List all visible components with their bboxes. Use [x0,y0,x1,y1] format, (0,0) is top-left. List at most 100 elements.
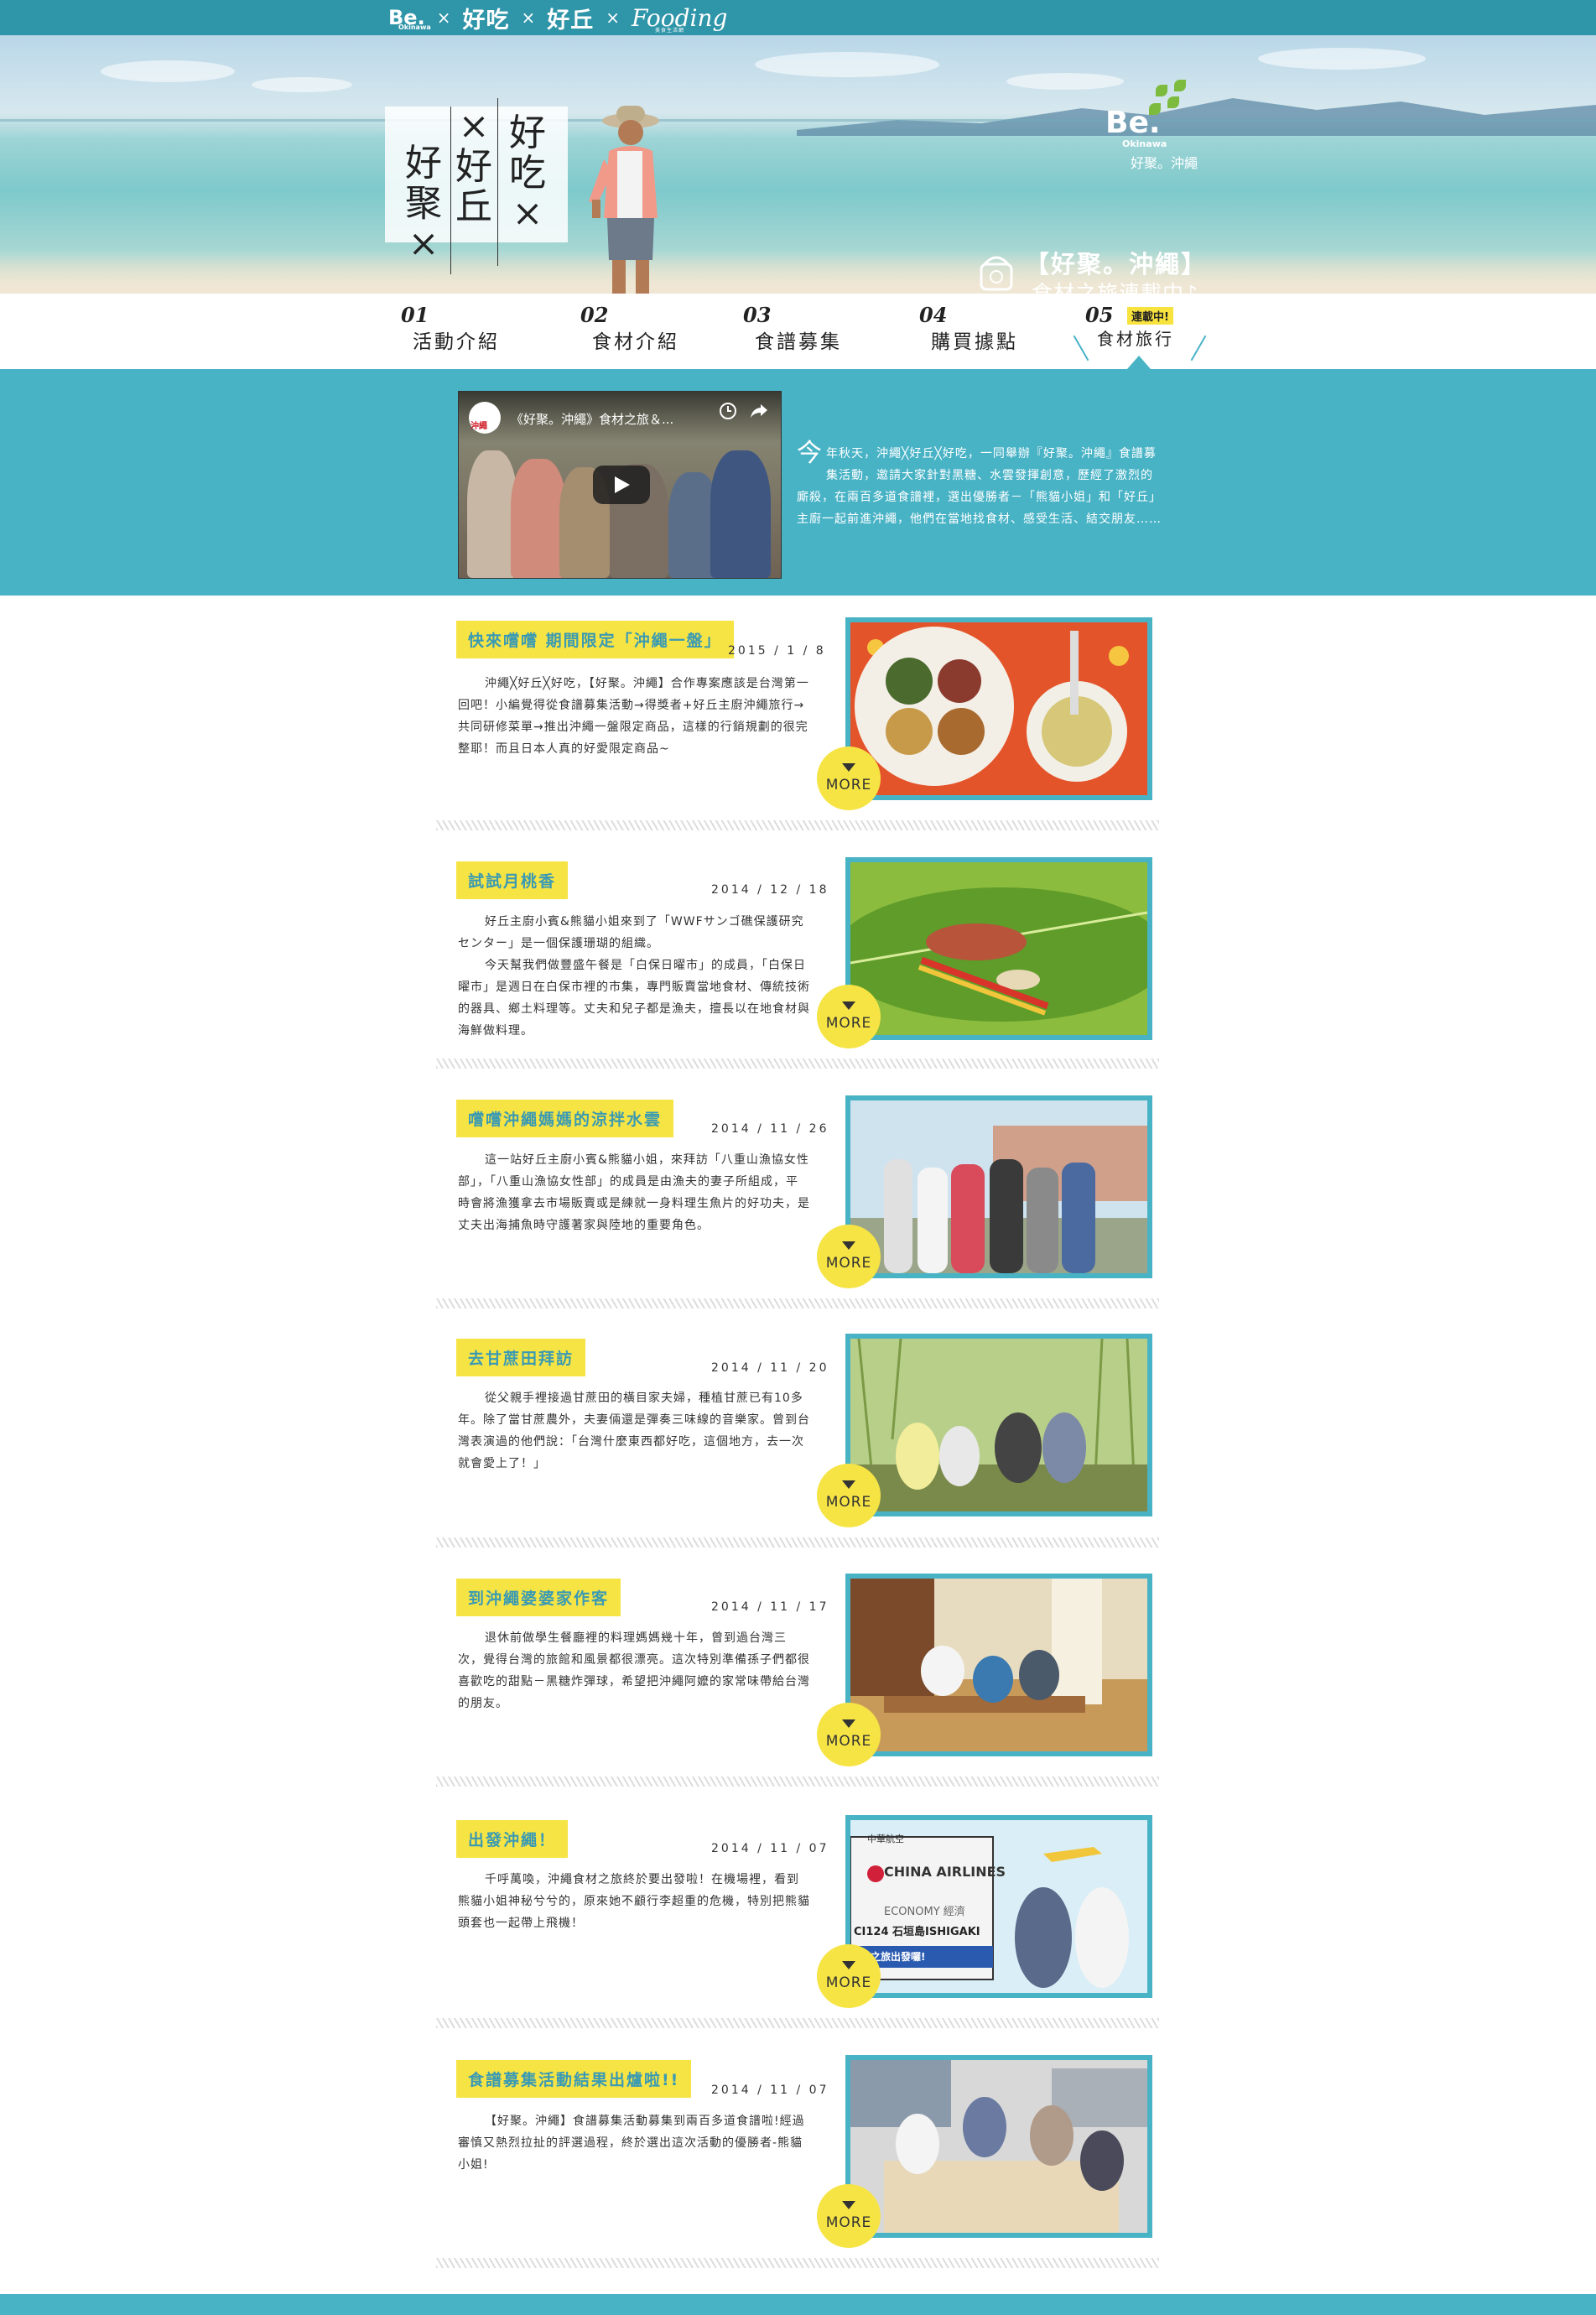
nav-num: 04 [919,303,948,327]
promo-line-1: 【好聚。沖繩】 [1025,250,1208,278]
chevron-down-icon [842,763,855,772]
haoqiu-logo[interactable]: 好丘 [547,2,594,34]
nav-item-activity[interactable]: 01 活動介紹 [401,305,500,354]
footer-bar [0,2294,1596,2315]
article-body: 【好聚。沖繩】食譜募集活動募集到兩百多道食譜啦!經過審慎又熱烈拉扯的評選過程，終… [458,2115,805,2172]
nav-item-recipes[interactable]: 03 食譜募集 [743,305,842,354]
partner-logos: Be. Okinawa × 好吃 × 好丘 × Fooding 美食生活網 [388,2,727,34]
sep-3: × [606,8,620,28]
nav-num: 01 [401,303,429,327]
divider [436,820,1159,830]
nav-label: 活動介紹 [413,331,500,353]
article-body: 沖繩╳好丘╳好吃，【好聚。沖繩】合作專案應該是台灣第一回吧！小編覺得從食譜募集活… [458,677,809,756]
more-button[interactable]: MORE [817,2184,881,2248]
more-button[interactable]: MORE [817,1225,881,1288]
serializing-badge: 連載中! [1127,307,1173,325]
article-tag[interactable]: 去甘蔗田拜訪 [456,1339,586,1376]
article-photo-recipe-judging[interactable] [845,2055,1152,2238]
be-okinawa-logo[interactable]: Be. Okinawa [388,8,431,31]
clock-icon[interactable] [719,402,737,420]
article-body: 千呼萬喚，沖繩食材之旅終於要出發啦！在機場裡，看到熊貓小姐神秘兮兮的，原來她不顧… [458,1873,810,1930]
nav-active-indicator [1127,356,1151,369]
more-button[interactable]: MORE [817,747,881,810]
airline-cn-label: 中華航空 [867,1834,904,1844]
nav-num: 02 [580,303,609,327]
airline-label: CHINA AIRLINES [884,1864,1006,1880]
article-tag[interactable]: 試試月桃香 [456,861,569,899]
nav-item-ingredients[interactable]: 02 食材介紹 [580,305,679,354]
fooding-logo[interactable]: Fooding 美食生活網 [632,4,727,34]
article-tag[interactable]: 出發沖繩！ [456,1820,569,1858]
share-icon[interactable] [749,402,769,420]
divider [436,1537,1159,1548]
flight-label: CI124 石垣島ISHIGAKI [854,1926,980,1938]
intro-text: 今年秋天，沖繩╳好丘╳好吃，一同舉辦『好聚。沖繩』食譜募集活動，邀請大家針對黑糖… [797,439,1162,530]
article-date: 2014 / 11 / 07 [711,1842,829,1855]
divider [436,1059,1159,1069]
sep-2: × [521,8,536,28]
divider [436,2258,1159,2268]
more-button[interactable]: MORE [817,1703,881,1766]
promo-line-2: 食材之旅連載中♪ [1032,281,1198,294]
more-button[interactable]: MORE [817,1464,881,1527]
article-tag[interactable]: 食譜募集活動結果出爐啦!! [456,2060,692,2098]
more-button[interactable]: MORE [817,985,881,1048]
article-tag[interactable]: 快來嚐嚐 期間限定「沖繩一盤」 [456,621,734,658]
article-date: 2015 / 1 / 8 [728,644,826,658]
article-photo-grandma-home[interactable] [845,1574,1152,1756]
nav-item-travel[interactable]: 05 連載中! 食材旅行 [1085,305,1174,350]
nav-active-slash-right [1190,335,1207,362]
video-player[interactable]: 沖繩 《好聚。沖繩》食材之旅＆... [458,391,782,579]
hero-title-box: 好聚× ×好丘 好吃× [385,98,568,274]
article-photo-okinawa-plate[interactable] [845,617,1152,800]
nav-label: 購買據點 [931,331,1018,353]
chevron-down-icon [842,1480,855,1489]
nav-label: 食材介紹 [592,331,679,353]
chevron-down-icon [842,2201,855,2209]
divider [436,1298,1159,1308]
be-okinawa-hero-logo: Be. Okinawa 好聚。沖繩 [1105,80,1198,171]
nav-item-stores[interactable]: 04 購買據點 [919,305,1018,354]
article-body: 從父親手裡接過甘蔗田的橫目家夫婦，種植甘蔗已有10多年。除了當甘蔗農外，夫妻倆還… [458,1392,810,1470]
article-date: 2014 / 11 / 20 [711,1361,829,1375]
chevron-down-icon [842,1719,855,1728]
chevron-down-icon [842,1961,855,1969]
article-photo-shell-ginger[interactable] [845,857,1152,1040]
article-date: 2014 / 11 / 07 [711,2084,829,2097]
intro-lead-char: 今 [797,439,823,468]
article-body: 退休前做學生餐廳裡的料理媽媽幾十年，曾到過台灣三次，覺得台灣的旅館和風景都很漂亮… [458,1631,810,1710]
chevron-down-icon [842,1241,855,1250]
article-tag[interactable]: 到沖繩婆婆家作客 [456,1579,621,1616]
top-brand-bar: Be. Okinawa × 好吃 × 好丘 × Fooding 美食生活網 [0,0,1596,35]
mountains-graphic [797,98,1596,136]
hero-title-col-3: 好吃× [509,112,546,235]
hero-title-col-2: ×好丘 [455,105,492,228]
chevron-down-icon [842,1001,855,1010]
article-photo-sugarcane-field[interactable] [845,1334,1152,1516]
article-tag[interactable]: 嚐嚐沖繩媽媽的涼拌水雲 [456,1100,674,1137]
nav-num: 03 [743,303,772,327]
nav-label: 食譜募集 [755,331,842,353]
departure-banner: 之旅出發囉! [871,1951,926,1963]
hero-title-col-1: 好聚× [405,142,442,265]
economy-label: ECONOMY 經濟 [884,1906,965,1918]
divider [436,2018,1159,2028]
article-date: 2014 / 12 / 18 [711,883,829,897]
channel-logo[interactable]: 沖繩 [469,402,501,434]
chef-photo [589,106,659,294]
sep-1: × [436,8,451,28]
food-basket-icon [980,256,1013,291]
article-photo-airport[interactable]: 中華航空 CHINA AIRLINES ECONOMY 經濟 CI124 石垣島… [845,1815,1152,1998]
article-date: 2014 / 11 / 26 [711,1122,829,1136]
nav-label: 食材旅行 [1097,329,1174,349]
hero-banner: 好聚× ×好丘 好吃× Be. Okinawa 好聚。沖繩 【好聚。沖繩】 食材… [0,35,1596,294]
article-body: 這一站好丘主廚小賓&熊貓小姐，來拜訪「八重山漁協女性部」，「八重山漁協女性部」的… [458,1153,810,1232]
play-button[interactable] [593,466,650,504]
intro-body: 年秋天，沖繩╳好丘╳好吃，一同舉辦『好聚。沖繩』食譜募集活動，邀請大家針對黑糖、… [797,447,1162,526]
haochi-logo[interactable]: 好吃 [462,2,509,34]
article-body: 好丘主廚小賓&熊貓小姐來到了「WWFサンゴ礁保護研究センター」是一個保護珊瑚的組… [458,915,810,1038]
article-date: 2014 / 11 / 17 [711,1600,829,1614]
video-title[interactable]: 《好聚。沖繩》食材之旅＆... [511,410,673,428]
more-button[interactable]: MORE [817,1944,881,2008]
article-photo-fisherwomen[interactable] [845,1095,1152,1278]
